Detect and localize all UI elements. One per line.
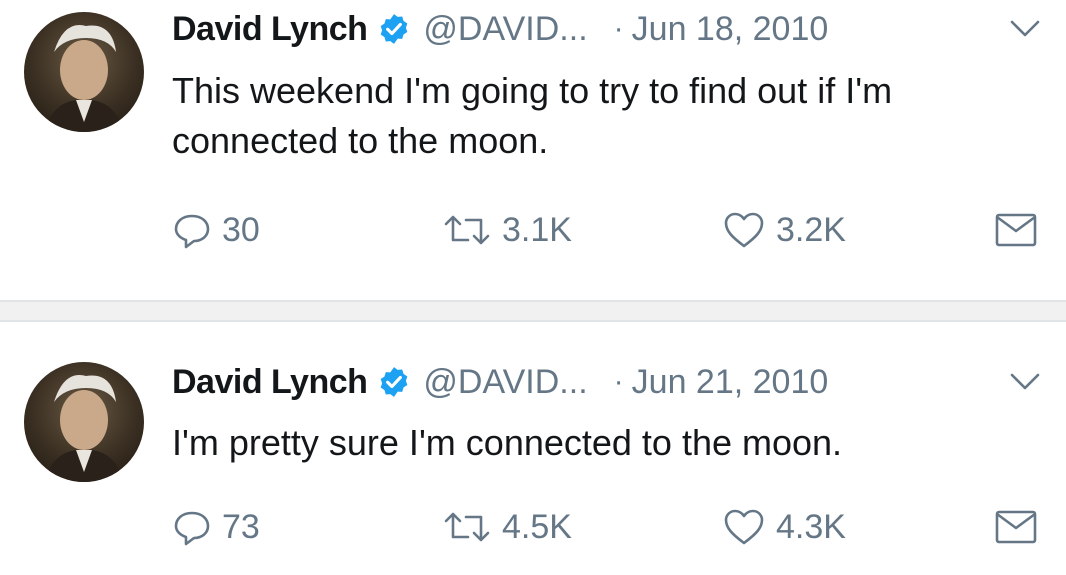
like-count: 4.3K (776, 507, 846, 546)
like-count: 3.2K (776, 210, 846, 249)
reply-button[interactable]: 73 (172, 502, 260, 552)
tweet-text: I'm pretty sure I'm connected to the moo… (172, 422, 843, 463)
tweet-header: David Lynch @DAVID... · Jun 21, 2010 (172, 359, 1046, 405)
like-icon (724, 212, 764, 248)
tweet-date[interactable]: Jun 21, 2010 (632, 363, 829, 402)
tweet[interactable]: David Lynch @DAVID... · Jun 18, 2010 Thi… (0, 0, 1066, 300)
retweet-count: 4.5K (502, 507, 572, 546)
reply-icon (174, 511, 210, 546)
retweet-icon (444, 512, 490, 542)
like-button[interactable]: 4.3K (722, 502, 846, 552)
retweet-button[interactable]: 3.1K (442, 205, 572, 255)
author-handle[interactable]: @DAVID... (423, 10, 587, 49)
retweet-icon (444, 215, 490, 245)
tweet-divider (0, 300, 1066, 322)
chevron-down-icon[interactable] (1008, 370, 1042, 394)
author-handle[interactable]: @DAVID... (423, 363, 587, 402)
tweet-actions: 30 3.1K 3.2K (172, 205, 1048, 255)
separator: · (613, 12, 624, 45)
reply-count: 73 (222, 507, 260, 546)
direct-message-button[interactable] (994, 502, 1048, 552)
author-name[interactable]: David Lynch (172, 10, 368, 49)
direct-message-icon (995, 510, 1037, 544)
like-icon (724, 509, 764, 545)
separator: · (613, 365, 624, 398)
tweet-text: This weekend I'm going to try to find ou… (172, 70, 893, 161)
author-name[interactable]: David Lynch (172, 363, 368, 402)
verified-badge-icon (381, 14, 408, 44)
tweet-date[interactable]: Jun 18, 2010 (632, 10, 829, 49)
reply-icon (174, 214, 210, 249)
chevron-down-icon[interactable] (1008, 17, 1042, 41)
reply-count: 30 (222, 210, 260, 249)
retweet-count: 3.1K (502, 210, 572, 249)
tweet-header: David Lynch @DAVID... · Jun 18, 2010 (172, 6, 1046, 52)
tweet-actions: 73 4.5K 4.3K (172, 502, 1048, 552)
direct-message-icon (995, 213, 1037, 247)
retweet-button[interactable]: 4.5K (442, 502, 572, 552)
like-button[interactable]: 3.2K (722, 205, 846, 255)
avatar[interactable] (24, 12, 144, 132)
direct-message-button[interactable] (994, 205, 1048, 255)
avatar[interactable] (24, 362, 144, 482)
verified-badge-icon (381, 367, 408, 397)
reply-button[interactable]: 30 (172, 205, 260, 255)
